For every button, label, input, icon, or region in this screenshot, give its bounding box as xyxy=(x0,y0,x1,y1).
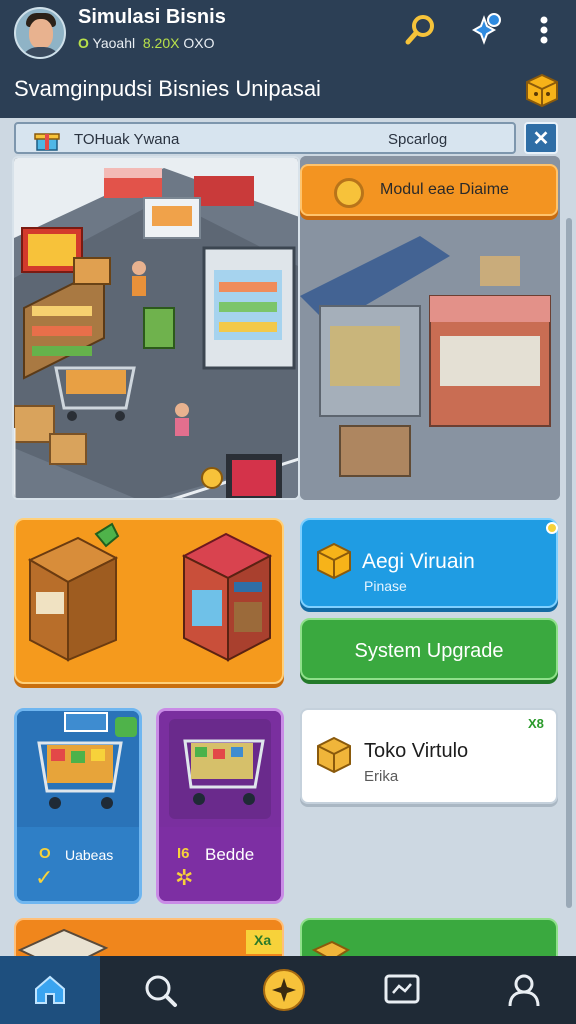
more-menu-icon[interactable] xyxy=(526,12,562,48)
toko-card-title: Toko Virtulo xyxy=(364,740,469,762)
aegi-card-subtitle: Pinase xyxy=(364,578,407,594)
tab-star[interactable] xyxy=(234,956,334,1024)
cart-card-purple-prefix: I6 xyxy=(177,845,190,862)
tab-stats[interactable] xyxy=(352,956,452,1024)
search-placeholder: Spcarlog xyxy=(388,131,448,148)
notification-dot xyxy=(546,522,558,534)
cart-card-blue-prefix: O xyxy=(39,845,51,862)
cart-card-purple-label: Bedde xyxy=(205,845,255,864)
kiosk-upgrade-card[interactable] xyxy=(14,518,284,684)
top-header: Simulasi Bisnis O Yaoahl 8.20X OXO Svamg… xyxy=(0,0,576,118)
close-button[interactable]: ✕ xyxy=(524,122,558,154)
toko-card[interactable]: Toko Virtulo Erika X8 xyxy=(300,708,558,804)
cart-card-purple-footer: I6 Bedde ✲ xyxy=(159,827,281,901)
bottom-card-orange[interactable]: Xa xyxy=(14,918,284,956)
search-icon xyxy=(145,975,177,1007)
cube-icon[interactable] xyxy=(524,72,560,108)
stats-suffix: OXO xyxy=(183,35,215,51)
search-bar[interactable]: TOHuak Ywana Spcarlog xyxy=(14,122,516,154)
modul-button-label: Modul eae Diaime xyxy=(380,181,509,198)
user-icon xyxy=(508,974,540,1007)
search-value: TOHuak Ywana xyxy=(74,131,180,148)
tab-home[interactable] xyxy=(0,956,100,1024)
stats-percent: 8.20X xyxy=(142,35,180,51)
gift-box-icon xyxy=(34,128,60,157)
modul-button[interactable]: Modul eae Diaime xyxy=(300,164,558,216)
shopping-cart-icon xyxy=(17,711,139,831)
box-icon xyxy=(317,542,351,580)
toko-card-badge: X8 xyxy=(528,716,544,731)
shopping-cart-icon xyxy=(159,711,281,831)
toko-card-subtitle: Erika xyxy=(364,768,399,785)
player-stats: O Yaoahl 8.20X OXO xyxy=(78,35,214,51)
star-coin-icon xyxy=(263,969,305,1011)
checkmark-icon: ✓ xyxy=(35,865,54,890)
gear-icon: ✲ xyxy=(175,865,194,890)
app-title: Simulasi Bisnis xyxy=(78,6,226,28)
scrollbar[interactable] xyxy=(566,218,572,908)
stats-label: Yaoahl xyxy=(92,35,136,51)
cart-card-purple[interactable]: I6 Bedde ✲ xyxy=(156,708,284,904)
bottom-card-badge: Xa xyxy=(254,932,272,948)
cart-card-blue-label: Uabeas xyxy=(65,847,114,863)
sparkle-badge-icon[interactable] xyxy=(466,12,502,48)
page-subtitle: Svamginpudsi Bisnies Unipasai xyxy=(14,76,321,101)
cart-card-blue-footer: O Uabeas ✓ xyxy=(17,827,139,901)
home-icon xyxy=(35,975,65,1004)
main-content: TOHuak Ywana Spcarlog ✕ Modul eae Diaime… xyxy=(0,118,576,956)
avatar[interactable] xyxy=(14,7,66,59)
tab-profile[interactable] xyxy=(474,956,574,1024)
aegi-card-title: Aegi Viruain xyxy=(362,550,475,573)
screen-icon xyxy=(384,974,420,1004)
bottom-tab-bar xyxy=(0,956,576,1024)
store-scene-illustration[interactable] xyxy=(12,156,300,500)
magnifier-icon[interactable] xyxy=(402,12,438,48)
aegi-card[interactable]: Aegi Viruain Pinase xyxy=(300,518,558,608)
stats-prefix: O xyxy=(78,35,89,51)
system-upgrade-label: System Upgrade xyxy=(354,640,504,662)
tab-search[interactable] xyxy=(110,956,210,1024)
system-upgrade-button[interactable]: System Upgrade xyxy=(300,618,558,680)
cart-card-blue[interactable]: O Uabeas ✓ xyxy=(14,708,142,904)
box-icon xyxy=(317,736,351,774)
coin-icon xyxy=(334,178,364,208)
bottom-card-green[interactable] xyxy=(300,918,558,956)
